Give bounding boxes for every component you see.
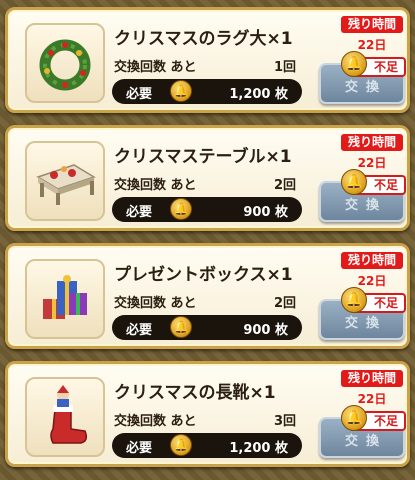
exchange-item-list[interactable]: クリスマスのラグ大×1 交換回数 あと 1回 必要 🔔 1,200 枚 残り時間… xyxy=(0,0,415,480)
cost-bar: 必要 🔔 1,200 枚 xyxy=(112,79,302,104)
gift-boxes-icon xyxy=(25,259,105,339)
bell-coin-icon: 🔔 xyxy=(170,434,192,456)
exchange-count-value: 3回 xyxy=(273,414,296,429)
exchange-button-label: 交換 xyxy=(344,198,387,213)
cost-bar: 必要 🔔 1,200 枚 xyxy=(112,433,302,458)
exchange-count-value: 2回 xyxy=(273,178,296,193)
exchange-item-card: クリスマスの長靴×1 交換回数 あと 3回 必要 🔔 1,200 枚 残り時間 … xyxy=(5,361,410,467)
cost-bar: 必要 🔔 900 枚 xyxy=(112,315,302,340)
exchange-count-value: 2回 xyxy=(273,296,296,311)
exchange-count-label: 交換回数 あと xyxy=(114,60,197,75)
exchange-item-card: クリスマスのラグ大×1 交換回数 あと 1回 必要 🔔 1,200 枚 残り時間… xyxy=(5,7,410,113)
item-name: プレゼントボックス×1 xyxy=(114,265,293,285)
exchange-button-label: 交換 xyxy=(344,434,387,449)
cost-value: 900 枚 xyxy=(243,205,288,220)
bell-coin-icon: 🔔 xyxy=(341,405,367,431)
bell-coin-icon: 🔔 xyxy=(341,169,367,195)
table-icon xyxy=(25,141,105,221)
remaining-time-badge: 残り時間 xyxy=(341,252,403,269)
bell-coin-icon: 🔔 xyxy=(170,316,192,338)
cost-value: 900 枚 xyxy=(243,323,288,338)
item-name: クリスマスの長靴×1 xyxy=(114,383,276,403)
required-label: 必要 xyxy=(126,441,153,456)
exchange-count-value: 1回 xyxy=(273,60,296,75)
christmas-boot-icon xyxy=(25,377,105,457)
bell-coin-icon: 🔔 xyxy=(170,198,192,220)
exchange-count-label: 交換回数 あと xyxy=(114,296,197,311)
cost-bar: 必要 🔔 900 枚 xyxy=(112,197,302,222)
remaining-time-badge: 残り時間 xyxy=(341,134,403,151)
cost-value: 1,200 枚 xyxy=(229,441,288,456)
exchange-item-card: プレゼントボックス×1 交換回数 あと 2回 必要 🔔 900 枚 残り時間 2… xyxy=(5,243,410,349)
exchange-count-label: 交換回数 あと xyxy=(114,178,197,193)
wreath-icon xyxy=(25,23,105,103)
required-label: 必要 xyxy=(126,323,153,338)
item-name: クリスマスのラグ大×1 xyxy=(114,29,293,49)
bell-coin-icon: 🔔 xyxy=(170,80,192,102)
exchange-item-card: クリスマステーブル×1 交換回数 あと 2回 必要 🔔 900 枚 残り時間 2… xyxy=(5,125,410,231)
exchange-button-label: 交換 xyxy=(344,80,387,95)
item-name: クリスマステーブル×1 xyxy=(114,147,292,167)
remaining-time-badge: 残り時間 xyxy=(341,16,403,33)
cost-value: 1,200 枚 xyxy=(229,87,288,102)
remaining-time-badge: 残り時間 xyxy=(341,370,403,387)
exchange-count-label: 交換回数 あと xyxy=(114,414,197,429)
bell-coin-icon: 🔔 xyxy=(341,51,367,77)
bell-coin-icon: 🔔 xyxy=(341,287,367,313)
exchange-button-label: 交換 xyxy=(344,316,387,331)
required-label: 必要 xyxy=(126,87,153,102)
required-label: 必要 xyxy=(126,205,153,220)
